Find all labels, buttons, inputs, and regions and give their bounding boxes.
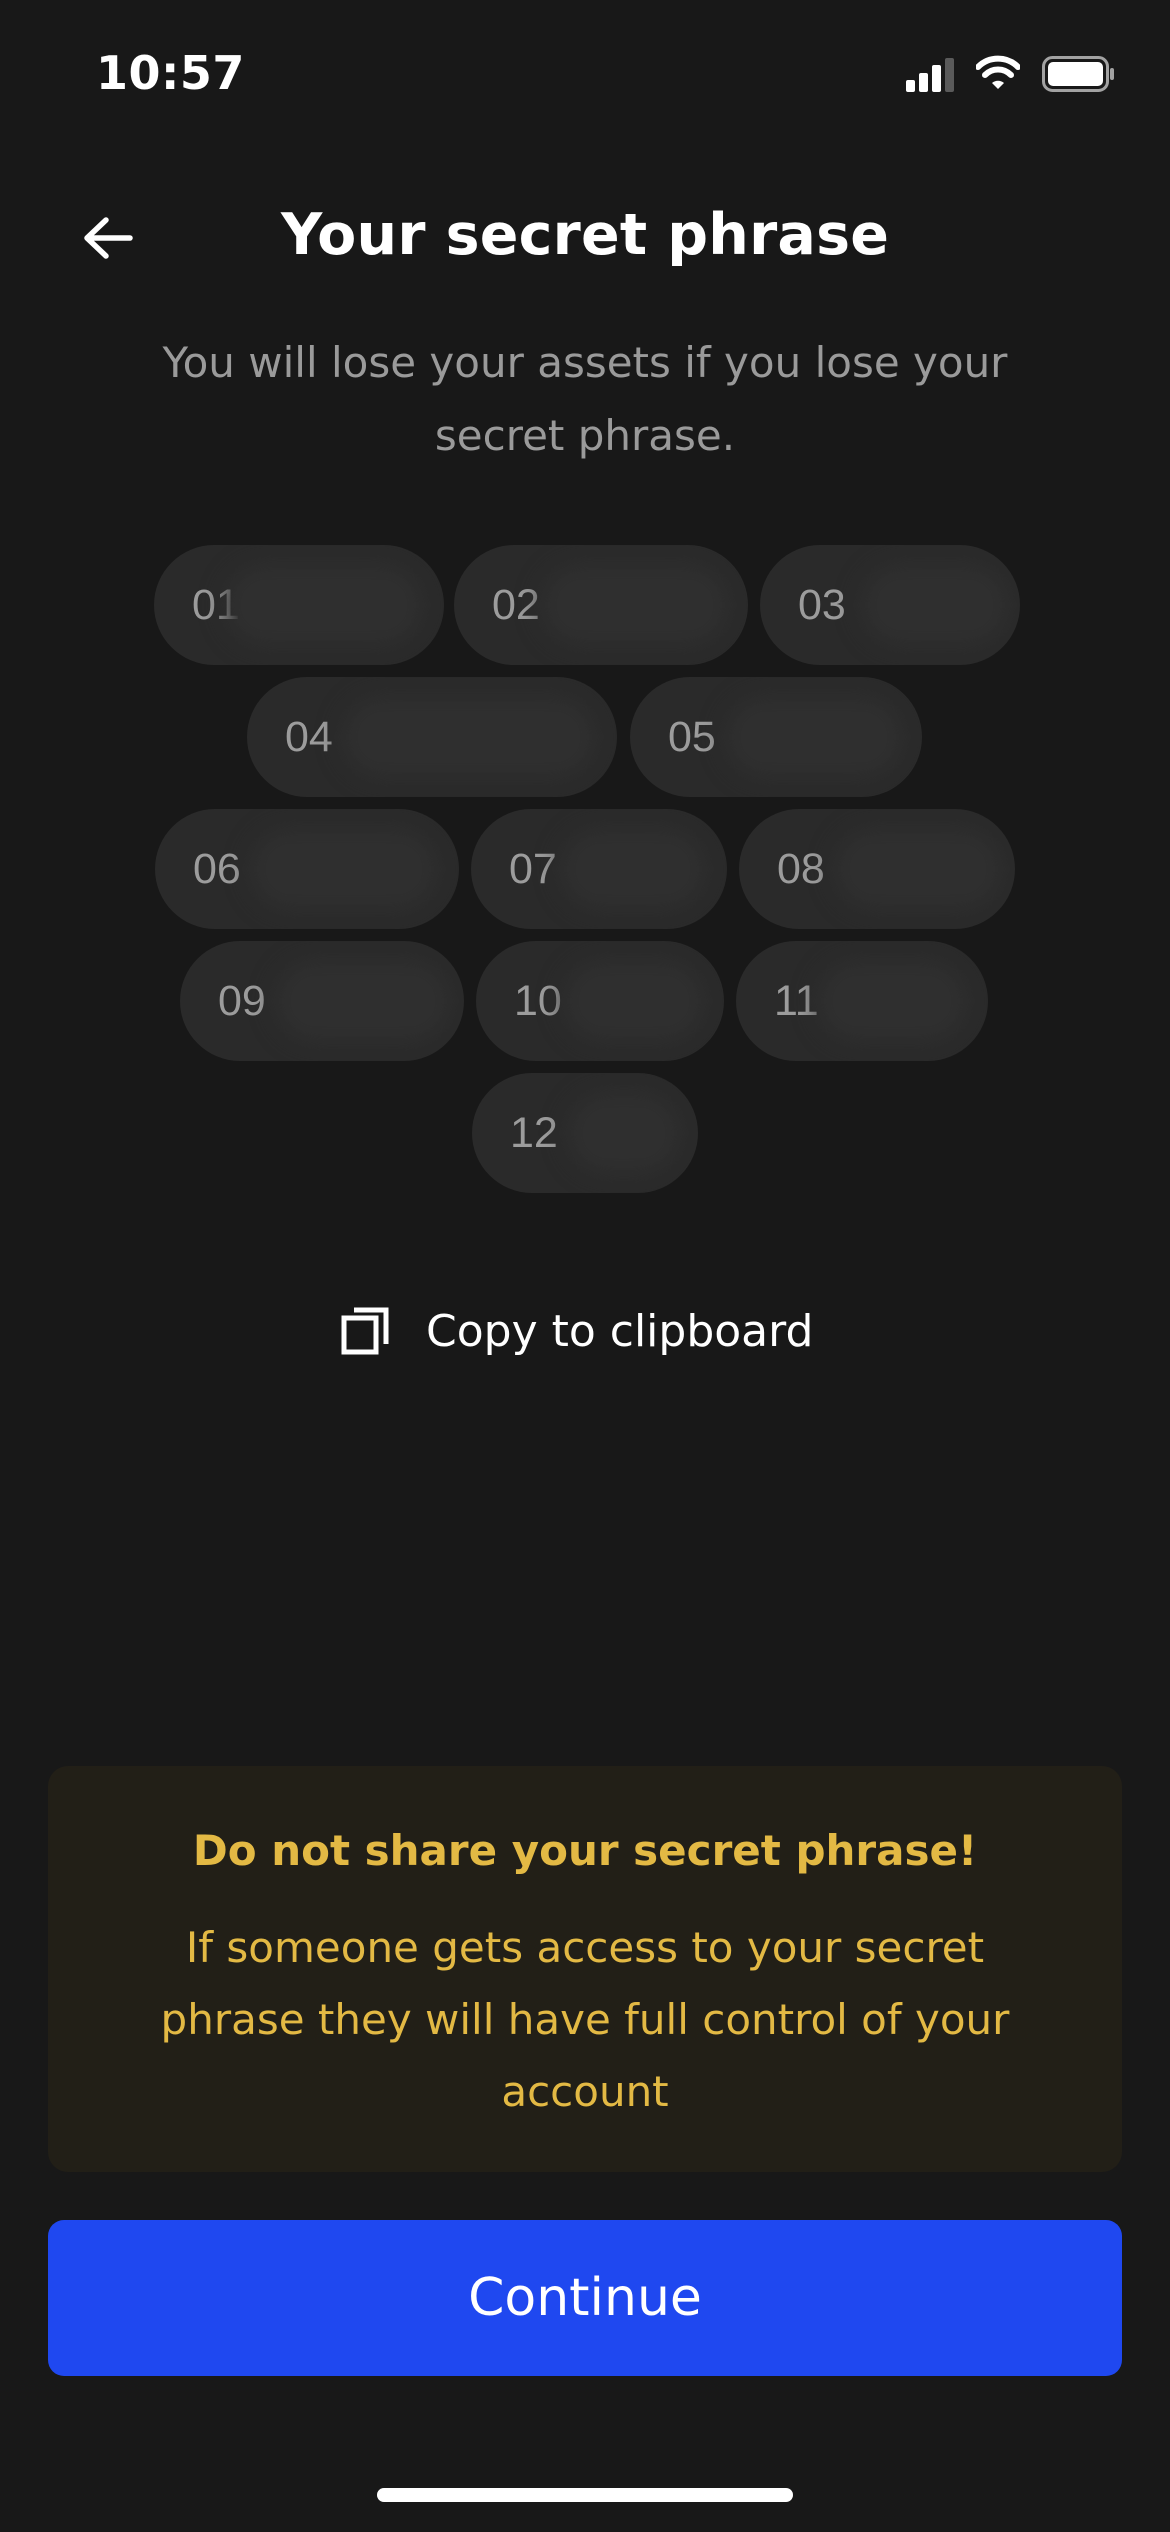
phrase-word-chip: 10 <box>476 941 724 1061</box>
word-number: 05 <box>668 713 716 761</box>
word-number: 11 <box>774 977 819 1025</box>
wifi-icon <box>975 54 1021 92</box>
phrase-word-chip: 12 <box>472 1073 698 1193</box>
page-title: Your secret phrase <box>280 202 890 268</box>
phrase-word-chip: 03 <box>760 545 1020 665</box>
page-subtitle: You will lose your assets if you lose yo… <box>162 338 1008 460</box>
word-number: 12 <box>510 1109 558 1157</box>
word-number: 09 <box>218 977 266 1025</box>
word-number: 02 <box>492 581 540 629</box>
continue-button[interactable]: Continue <box>48 2220 1122 2376</box>
battery-icon <box>1042 56 1116 92</box>
copy-label: Copy to clipboard <box>426 1305 814 1357</box>
warning-body: If someone gets access to your secret ph… <box>160 1923 1010 2116</box>
phrase-word-chip: 06 <box>155 809 459 929</box>
arrow-left-icon <box>84 217 133 259</box>
phrase-word-chip: 01 <box>154 545 444 665</box>
back-button[interactable] <box>68 202 148 274</box>
word-number: 01 <box>192 581 240 629</box>
phrase-word-chip: 09 <box>180 941 464 1061</box>
copy-icon <box>341 1307 389 1355</box>
cellular-signal-icon <box>906 56 958 92</box>
warning-title: Do not share your secret phrase! <box>192 1826 978 1875</box>
status-time: 10:57 <box>96 46 245 100</box>
warning-card: Do not share your secret phrase! If some… <box>48 1766 1122 2172</box>
copy-to-clipboard-button[interactable]: Copy to clipboard <box>340 1296 840 1366</box>
phrase-word-chip: 05 <box>630 677 922 797</box>
home-indicator[interactable] <box>377 2488 793 2502</box>
phrase-word-chip: 07 <box>471 809 727 929</box>
word-number: 06 <box>193 845 241 893</box>
word-number: 04 <box>285 713 333 761</box>
phrase-word-chip: 11 <box>736 941 988 1061</box>
word-number: 10 <box>514 977 562 1025</box>
phrase-word-chip: 02 <box>454 545 748 665</box>
word-number: 03 <box>798 581 846 629</box>
phrase-word-chip: 08 <box>739 809 1015 929</box>
word-number: 08 <box>777 845 825 893</box>
phrase-word-chip: 04 <box>247 677 617 797</box>
word-number: 07 <box>509 845 557 893</box>
